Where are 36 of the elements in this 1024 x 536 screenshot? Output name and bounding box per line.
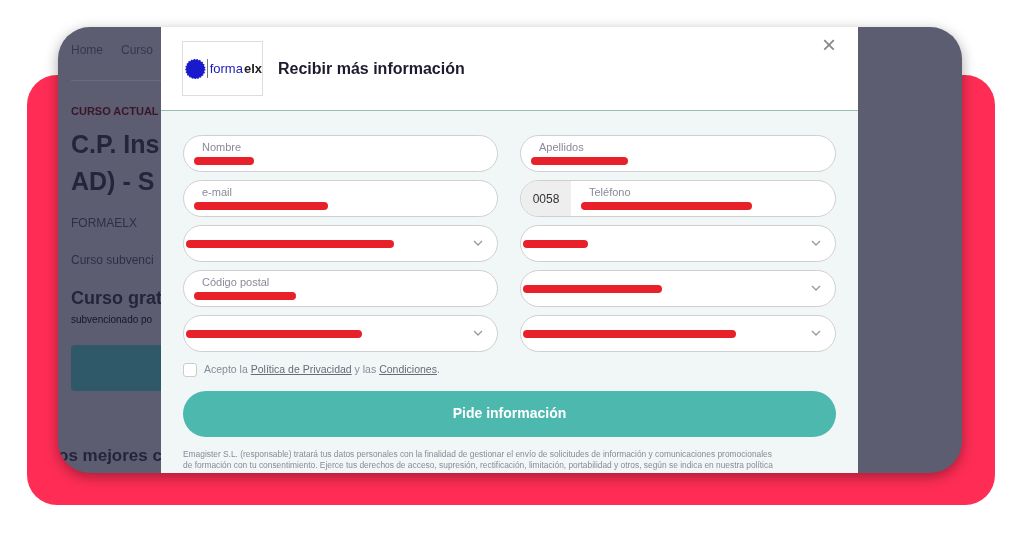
logo-icon [185,57,206,80]
chevron-down-icon [473,330,483,337]
consent-link[interactable]: Condiciones [379,363,437,375]
phone-prefix: 0058 [521,181,571,216]
select-field[interactable] [520,225,836,262]
logo-text: forma [206,58,243,79]
field-label: Nombre [202,140,242,155]
price-note: subvencionado po [71,312,154,327]
consent-link[interactable]: Política de Privacidad [250,363,352,375]
field-label: Código postal [202,275,270,290]
input-field[interactable]: e-mail [183,180,498,217]
select-field[interactable] [183,225,498,262]
chevron-down-icon [811,285,821,292]
input-field[interactable]: Código postal [183,270,498,307]
select-field[interactable] [520,270,836,307]
field-label: Apellidos [539,140,584,155]
input-field[interactable]: Nombre [183,135,498,172]
eyebrow-label: CURSO ACTUAL [71,104,160,119]
logo-text: elx [243,59,262,78]
input-field[interactable]: 0058 Teléfono [520,180,836,217]
modal-title: Recibir más información [278,58,465,79]
disclaimer-text: Emagister S.L. (responsable) tratará tus datos personales con la finalidad de gestionar el envío de solicitudes de información y comunicaciones promocionales de formación con tu consentimiento. Ejerce tus derechos de acceso, supresión, rectificación, limitación, portabilidad y otros, según se indica en nuestra política [183,448,774,471]
field-label: e-mail [202,185,232,200]
input-field[interactable]: Apellidos [520,135,836,172]
checkbox[interactable] [183,362,197,377]
submit-button[interactable]: Pide información [183,390,836,437]
select-field[interactable] [183,315,498,352]
chevron-down-icon [473,240,483,247]
close-button[interactable]: × [822,33,836,57]
chevron-down-icon [811,240,821,247]
page-title: C.P. Ins AD) - S [71,128,161,197]
price-heading: Curso grat [71,286,161,310]
select-field[interactable] [520,315,836,352]
chevron-down-icon [811,330,821,337]
field-label: Teléfono [589,185,631,200]
consent-text: Acepto la Política de Privacidad y las Condiciones. [204,362,440,377]
